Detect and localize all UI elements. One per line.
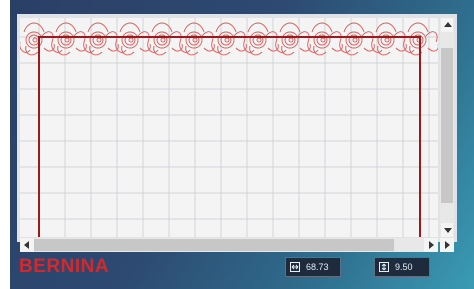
stitch-motif — [179, 22, 215, 56]
stitch-motif — [147, 22, 183, 56]
scroll-right-button-secondary[interactable] — [440, 238, 454, 252]
horizontal-scroll-thumb[interactable] — [34, 239, 394, 251]
embroidery-design — [20, 22, 438, 56]
scroll-right-button[interactable] — [424, 238, 438, 252]
scroll-down-button[interactable] — [441, 223, 453, 237]
stitch-motif — [339, 22, 375, 56]
arrow-down-icon — [444, 228, 452, 233]
stitch-motif — [20, 22, 55, 56]
design-height-value: 9.50 — [395, 262, 413, 272]
stitch-motif — [275, 22, 311, 56]
stitch-motif — [51, 22, 87, 56]
stitch-motif — [211, 22, 247, 56]
design-width-readout: 68.73 — [285, 257, 341, 277]
arrow-left-icon — [24, 241, 29, 249]
hoop-outline — [38, 36, 421, 237]
width-arrows-icon — [290, 262, 300, 272]
vertical-scrollbar[interactable] — [440, 18, 454, 237]
scroll-left-button[interactable] — [20, 238, 34, 252]
hoop-canvas[interactable] — [20, 18, 438, 237]
height-arrows-icon — [379, 262, 389, 272]
arrow-right-icon — [429, 241, 434, 249]
grid-and-design — [20, 18, 438, 237]
design-width-value: 68.73 — [306, 262, 329, 272]
bernina-logo: BERNINA — [19, 256, 110, 277]
horizontal-scrollbar[interactable] — [20, 238, 438, 252]
design-height-readout: 9.50 — [374, 257, 430, 277]
stitch-motif — [83, 22, 119, 56]
arrow-up-icon — [444, 22, 452, 27]
vertical-scroll-thumb[interactable] — [441, 48, 453, 203]
scroll-up-button[interactable] — [441, 18, 453, 32]
arrow-right-icon — [445, 241, 450, 249]
design-workspace — [17, 14, 457, 252]
app-window: BERNINA 68.73 9.50 — [0, 0, 474, 289]
stitch-motif — [115, 22, 151, 56]
